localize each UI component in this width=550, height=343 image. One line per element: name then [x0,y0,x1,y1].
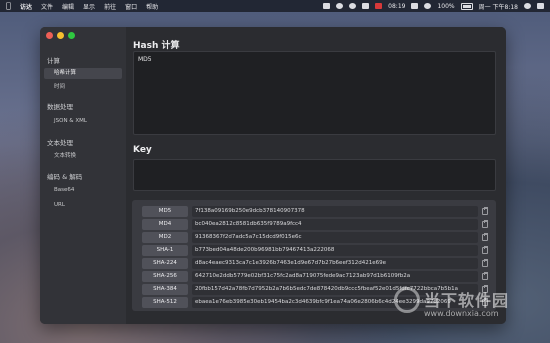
menu-edit[interactable]: 编辑 [62,2,74,11]
cloud-icon[interactable] [349,3,357,9]
pen-icon[interactable] [323,3,331,9]
result-row-sha1: SHA-1 b773bed04a48de200b96981bb79467413a… [136,245,492,256]
status-tray: 08:19 100% 周一 下午8:18 [323,0,544,12]
sidebar-item-hash[interactable]: 哈希计算 [44,68,122,79]
hash-title: Hash 计算 [133,41,180,51]
apple-icon[interactable]:  [6,2,14,10]
algo-label: SHA-512 [142,297,188,308]
menu-help[interactable]: 帮助 [146,2,158,11]
hash-value[interactable]: 91368367f2d7adc5a7c15dcd9f015e6c [192,232,478,243]
sidebar-item-base64[interactable]: Base64 [44,185,122,196]
watermark-brand: 当下软件园 [424,291,510,310]
copy-icon[interactable] [482,220,488,228]
main-panel: Hash 计算 MD5 Key MD5 7f138a09169b250e9dcb… [126,27,506,324]
search-icon[interactable] [524,3,531,9]
menu-bar:  访达 文件 编辑 显示 前往 窗口 帮助 08:19 100% 周一 下午8… [0,0,550,12]
algo-label: MD2 [142,232,188,243]
algo-label: MD4 [142,219,188,230]
menu-go[interactable]: 前往 [104,2,116,11]
menu-app-name[interactable]: 访达 [20,2,32,11]
hash-value[interactable]: d8ac4eaec9313ca7c1e3926b7463e1d9e67d7b27… [192,258,478,269]
notification-center-icon[interactable] [537,3,544,9]
algo-label: SHA-1 [142,245,188,256]
battery-percent: 100% [437,2,455,10]
zoom-button[interactable] [68,32,75,39]
algo-label: MD5 [142,206,188,217]
sidebar-item-json-xml[interactable]: JSON & XML [44,116,122,127]
hash-value[interactable]: 7f138a09169b250e9dcb378140907378 [192,206,478,217]
sidebar-group-encode: 编码 & 解码 [47,173,83,181]
result-row-md5: MD5 7f138a09169b250e9dcb378140907378 [136,206,492,217]
algo-label: SHA-384 [142,284,188,295]
grid-icon[interactable] [411,3,419,9]
sidebar-item-text-convert[interactable]: 文本转换 [44,151,122,162]
copy-icon[interactable] [482,259,488,267]
algo-label: SHA-224 [142,258,188,269]
window-controls [46,32,75,39]
sidebar-group-calc: 计算 [47,57,60,65]
result-row-md2: MD2 91368367f2d7adc5a7c15dcd9f015e6c [136,232,492,243]
penguin-icon[interactable] [336,3,344,9]
app-window: 计算 哈希计算 时间 数据处理 JSON & XML 文本处理 文本转换 编码 … [40,27,506,324]
sidebar: 计算 哈希计算 时间 数据处理 JSON & XML 文本处理 文本转换 编码 … [40,27,126,324]
copy-icon[interactable] [482,207,488,215]
red-app-icon[interactable] [375,3,383,9]
copy-icon[interactable] [482,246,488,254]
menu-file[interactable]: 文件 [41,2,53,11]
result-row-sha224: SHA-224 d8ac4eaec9313ca7c1e3926b7463e1d9… [136,258,492,269]
hash-value[interactable]: bc040ea2812c8581db635f9789a9fcc4 [192,219,478,230]
battery-icon[interactable] [460,2,473,10]
clock-timer[interactable]: 08:19 [388,3,405,10]
app-tray-icon[interactable] [362,3,370,9]
sidebar-group-text: 文本处理 [47,139,73,147]
hash-input[interactable]: MD5 [133,51,496,135]
minimize-button[interactable] [57,32,64,39]
result-row-sha256: SHA-256 642710e2ddb5779e02bf31c75fc2ad8a… [136,271,492,282]
menu-window[interactable]: 窗口 [125,2,137,11]
watermark-url: www.downxia.com [424,309,499,318]
date-time[interactable]: 周一 下午8:18 [479,2,518,11]
algo-label: SHA-256 [142,271,188,282]
wifi-icon[interactable] [424,3,432,9]
result-row-md4: MD4 bc040ea2812c8581db635f9789a9fcc4 [136,219,492,230]
sidebar-item-time[interactable]: 时间 [44,82,122,93]
hash-value[interactable]: 642710e2ddb5779e02bf31c75fc2ad8a719075fe… [192,271,478,282]
copy-icon[interactable] [482,233,488,241]
hash-value[interactable]: b773bed04a48de200b96981bb79467413a222068 [192,245,478,256]
close-button[interactable] [46,32,53,39]
watermark-logo-icon [394,287,420,313]
key-input[interactable] [133,159,496,191]
menu-view[interactable]: 显示 [83,2,95,11]
sidebar-group-data: 数据处理 [47,103,73,111]
copy-icon[interactable] [482,272,488,280]
watermark: 当下软件园 www.downxia.com [394,285,544,335]
sidebar-item-url[interactable]: URL [44,200,122,211]
key-title: Key [133,145,152,155]
